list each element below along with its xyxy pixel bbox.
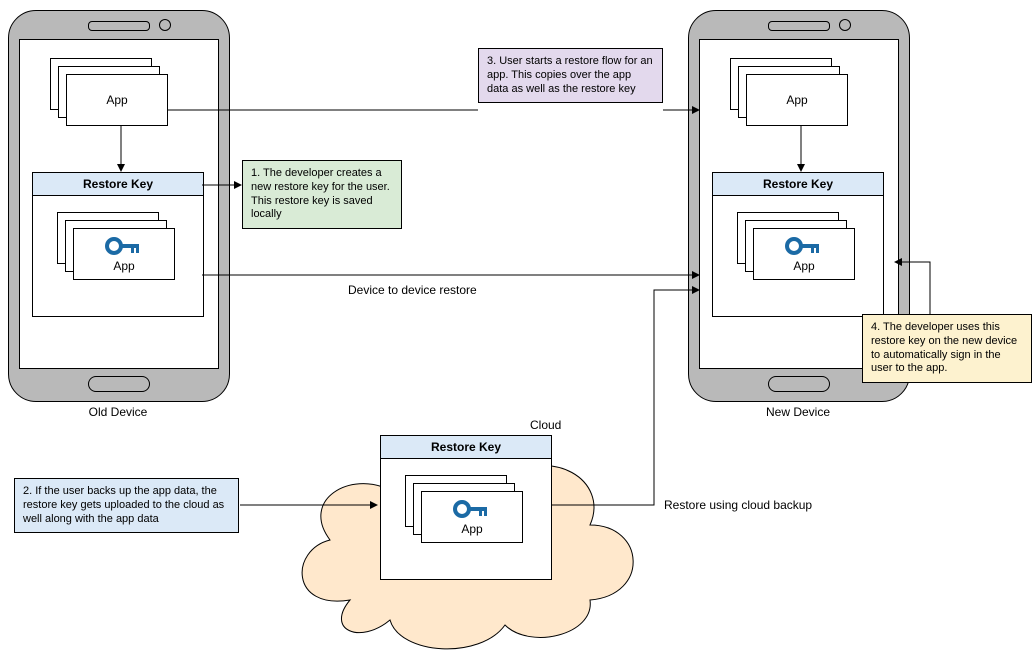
restore-app-stack: App: [737, 212, 857, 282]
phone-home-button: [88, 376, 150, 392]
d2d-label: Device to device restore: [348, 283, 477, 297]
app-card: App: [73, 228, 175, 280]
app-label: App: [786, 93, 807, 107]
cloud-restore-label: Restore using cloud backup: [664, 498, 812, 512]
key-icon: [785, 235, 823, 257]
phone-earpiece: [768, 21, 830, 31]
cloud-label: Cloud: [530, 418, 561, 432]
cloud-restore-panel: Restore Key App: [380, 435, 552, 580]
restore-panel-title: Restore Key: [713, 173, 883, 196]
arrow-app-to-restore: [795, 126, 807, 172]
key-icon: [105, 235, 143, 257]
app-card: App: [746, 74, 848, 126]
old-device-restore-panel: Restore Key App: [32, 172, 204, 317]
old-device-phone: App Restore Key: [8, 10, 230, 402]
restore-app-stack: App: [57, 212, 177, 282]
app-card: App: [753, 228, 855, 280]
old-device-app-stack: App: [50, 58, 170, 128]
diagram-canvas: App Restore Key: [0, 0, 1036, 651]
new-device-restore-panel: Restore Key App: [712, 172, 884, 317]
phone-home-button: [768, 376, 830, 392]
note-1: 1. The developer creates a new restore k…: [242, 160, 402, 229]
note-2: 2. If the user backs up the app data, th…: [14, 478, 239, 533]
phone-camera: [839, 19, 851, 31]
restore-app-label: App: [793, 259, 814, 273]
restore-panel-title: Restore Key: [33, 173, 203, 196]
restore-app-label: App: [461, 522, 482, 536]
phone-earpiece: [88, 21, 150, 31]
note-4: 4. The developer uses this restore key o…: [862, 314, 1032, 383]
key-icon: [453, 498, 491, 520]
arrow-app-to-restore: [115, 126, 127, 172]
restore-app-label: App: [113, 259, 134, 273]
app-label: App: [106, 93, 127, 107]
note-3: 3. User starts a restore flow for an app…: [478, 48, 663, 103]
restore-panel-title: Restore Key: [381, 436, 551, 459]
old-device-label: Old Device: [8, 405, 228, 419]
new-device-label: New Device: [688, 405, 908, 419]
new-device-app-stack: App: [730, 58, 850, 128]
app-card: App: [421, 491, 523, 543]
restore-app-stack: App: [405, 475, 525, 545]
old-device-screen: App Restore Key: [19, 39, 219, 369]
app-card: App: [66, 74, 168, 126]
phone-camera: [159, 19, 171, 31]
